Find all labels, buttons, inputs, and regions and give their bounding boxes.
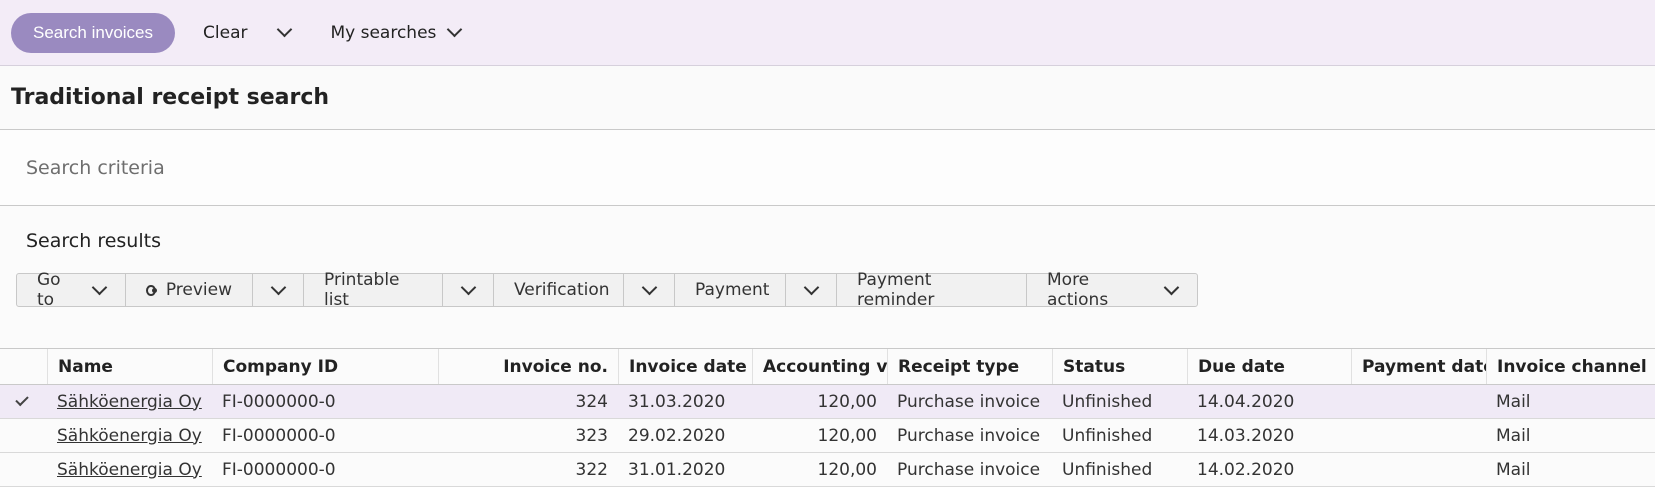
column-header-payment-date[interactable]: Payment date — [1351, 349, 1486, 384]
invoice-date-cell: 29.02.2020 — [628, 425, 726, 446]
company-name-link[interactable]: Sähköenergia Oy — [57, 392, 202, 412]
invoice-no-cell: 324 — [575, 391, 608, 412]
chevron-down-icon — [803, 279, 819, 295]
receipt-type-cell: Purchase invoice — [897, 391, 1041, 412]
row-select-cell[interactable] — [0, 419, 47, 452]
table-row[interactable]: Sähköenergia Oy FI-0000000-0 323 29.02.2… — [0, 419, 1655, 453]
more-actions-label: More actions — [1047, 270, 1109, 310]
column-header-invoice-no[interactable]: Invoice no. — [438, 349, 618, 384]
search-invoices-button[interactable]: Search invoices — [11, 12, 176, 53]
due-date-cell: 14.04.2020 — [1197, 391, 1295, 412]
invoice-date-cell: 31.03.2020 — [628, 391, 726, 412]
invoice-channel-cell: Mail — [1496, 391, 1531, 412]
chevron-down-icon — [1163, 279, 1180, 295]
company-name-link[interactable]: Sähköenergia Oy — [57, 460, 202, 480]
row-select-cell[interactable] — [0, 453, 47, 486]
verification-button[interactable]: Verification — [494, 274, 624, 306]
column-header-invoice-date[interactable]: Invoice date — [618, 349, 752, 384]
verification-split-button: Verification — [494, 274, 675, 306]
column-header-receipt-type[interactable]: Receipt type — [887, 349, 1052, 384]
invoice-channel-cell: Mail — [1496, 425, 1531, 446]
select-column-header[interactable] — [0, 349, 47, 384]
column-header-status[interactable]: Status — [1052, 349, 1187, 384]
my-searches-button[interactable]: My searches — [330, 21, 463, 43]
invoice-no-cell: 322 — [575, 459, 608, 480]
checkmark-icon — [15, 392, 29, 407]
invoice-no-cell: 323 — [575, 425, 608, 446]
results-toolbar: Go to Preview Printable list Verificatio… — [16, 270, 1198, 310]
column-header-due-date[interactable]: Due date — [1187, 349, 1351, 384]
payment-button[interactable]: Payment — [675, 274, 786, 306]
go-to-label: Go to — [37, 270, 61, 310]
name-cell: Sähköenergia Oy — [47, 419, 212, 452]
company-name-link[interactable]: Sähköenergia Oy — [57, 426, 202, 446]
results-table: Name Company ID Invoice no. Invoice date… — [0, 348, 1655, 487]
chevron-down-icon — [460, 279, 476, 295]
page-title: Traditional receipt search — [0, 66, 1655, 130]
clear-button[interactable]: Clear — [203, 23, 247, 43]
payment-dropdown-button[interactable] — [786, 274, 836, 306]
printable-list-split-button: Printable list — [304, 270, 494, 310]
status-cell: Unfinished — [1062, 459, 1153, 480]
chevron-down-icon — [447, 21, 463, 38]
invoice-date-cell: 31.01.2020 — [628, 459, 726, 480]
top-toolbar: Search invoices Clear My searches — [0, 0, 1655, 66]
printable-list-dropdown-button[interactable] — [443, 274, 493, 306]
preview-button[interactable]: Preview — [126, 274, 253, 306]
accounting-value-cell: 120,00 — [817, 391, 877, 412]
table-row[interactable]: Sähköenergia Oy FI-0000000-0 322 31.01.2… — [0, 453, 1655, 487]
search-results-title: Search results — [26, 230, 161, 252]
payment-reminder-button[interactable]: Payment reminder — [837, 270, 1027, 310]
payment-split-button: Payment — [675, 274, 837, 306]
row-select-cell[interactable] — [0, 385, 47, 418]
my-searches-label: My searches — [330, 22, 437, 43]
clear-dropdown-button[interactable] — [277, 21, 293, 38]
column-header-name[interactable]: Name — [47, 349, 212, 384]
company-id-cell: FI-0000000-0 — [222, 425, 336, 446]
status-cell: Unfinished — [1062, 391, 1153, 412]
name-cell: Sähköenergia Oy — [47, 385, 212, 418]
accounting-value-cell: 120,00 — [817, 425, 877, 446]
company-id-cell: FI-0000000-0 — [222, 459, 336, 480]
chevron-down-icon — [270, 279, 286, 295]
name-cell: Sähköenergia Oy — [47, 453, 212, 486]
due-date-cell: 14.02.2020 — [1197, 459, 1295, 480]
column-header-company-id[interactable]: Company ID — [212, 349, 438, 384]
table-header-row: Name Company ID Invoice no. Invoice date… — [0, 349, 1655, 385]
accounting-value-cell: 120,00 — [817, 459, 877, 480]
status-cell: Unfinished — [1062, 425, 1153, 446]
due-date-cell: 14.03.2020 — [1197, 425, 1295, 446]
search-criteria-header[interactable]: Search criteria — [0, 130, 1655, 206]
invoice-channel-cell: Mail — [1496, 459, 1531, 480]
preview-dropdown-button[interactable] — [253, 274, 303, 306]
chevron-down-icon — [277, 21, 293, 38]
column-header-accounting-value[interactable]: Accounting val — [752, 349, 887, 384]
receipt-type-cell: Purchase invoice — [897, 425, 1041, 446]
table-row[interactable]: Sähköenergia Oy FI-0000000-0 324 31.03.2… — [0, 385, 1655, 419]
eye-icon — [146, 284, 157, 296]
chevron-down-icon — [91, 279, 108, 295]
preview-label: Preview — [165, 280, 232, 300]
payment-date-cell — [1351, 453, 1486, 486]
more-actions-button[interactable]: More actions — [1027, 270, 1197, 310]
verification-dropdown-button[interactable] — [624, 274, 674, 306]
receipt-type-cell: Purchase invoice — [897, 459, 1041, 480]
column-header-invoice-channel[interactable]: Invoice channel — [1486, 349, 1655, 384]
preview-split-button: Preview — [126, 274, 304, 306]
chevron-down-icon — [641, 279, 657, 295]
payment-date-cell — [1351, 419, 1486, 452]
payment-date-cell — [1351, 385, 1486, 418]
printable-list-button[interactable]: Printable list — [304, 270, 443, 310]
company-id-cell: FI-0000000-0 — [222, 391, 336, 412]
go-to-button[interactable]: Go to — [17, 270, 126, 310]
